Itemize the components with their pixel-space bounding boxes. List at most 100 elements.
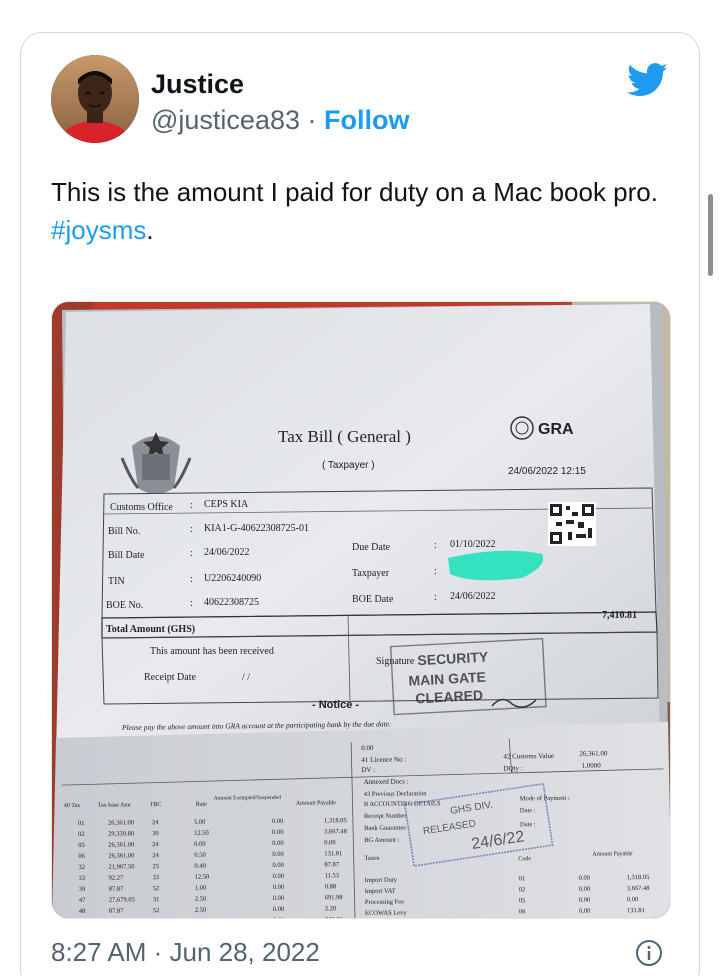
left-table-cell: 0.00	[273, 917, 284, 919]
left-table-cell: 0.00	[273, 906, 284, 913]
bill-date-value: 24/06/2022	[204, 547, 250, 558]
scrollbar[interactable]	[708, 194, 713, 276]
customs-office-label: Customs Office	[110, 502, 173, 513]
left-table-cell: 691.98	[325, 894, 343, 901]
left-table-cell: 32	[78, 864, 85, 871]
right-table-cell: Processing Fee	[365, 899, 404, 906]
author-handle[interactable]: @justicea83	[151, 105, 300, 135]
hashtag-link[interactable]: #joysms	[51, 215, 146, 245]
left-table-cell: 87.87	[109, 885, 124, 892]
right-table-cell: 1,318.05	[627, 874, 650, 881]
twitter-bird-icon[interactable]	[627, 63, 669, 97]
dv-label: DV :	[361, 766, 375, 774]
right-table-cell: 3,667.48	[627, 885, 650, 892]
colon: :	[190, 574, 193, 585]
follow-button[interactable]: Follow	[324, 105, 409, 135]
due-date-value: 01/10/2022	[450, 539, 496, 550]
author-name[interactable]: Justice	[151, 69, 244, 100]
left-table-cell: 92.27	[109, 874, 124, 881]
left-table-cell: 26,361.00	[108, 819, 134, 826]
left-table-cell: 24	[152, 819, 159, 826]
left-table-cell: 5.00	[194, 819, 205, 826]
tin-label: TIN	[108, 576, 125, 587]
left-table-cell: 263.61	[325, 916, 343, 919]
bg-amount: BG Amount :	[364, 837, 399, 844]
lower-zero: 0.00	[361, 744, 374, 752]
right-table-cell: 0.00	[579, 875, 590, 882]
left-table-cell: 47	[79, 897, 86, 904]
bill-no-label: Bill No.	[108, 526, 140, 537]
left-table-cell: 1,318.05	[324, 817, 347, 824]
left-table-cell: 11.53	[325, 872, 339, 879]
avatar[interactable]	[51, 55, 139, 143]
left-table-cell: 0.00	[272, 829, 283, 836]
left-table-cell: 25	[152, 863, 159, 870]
date-label: Date :	[520, 807, 536, 814]
customs-value: 26,361.00	[579, 749, 608, 757]
right-table-cell: 0.00	[627, 896, 638, 903]
left-table-cell: 24	[152, 852, 159, 859]
left-table-header: Tax base Amt	[98, 802, 131, 808]
receipt-date-label: Receipt Date	[144, 672, 196, 683]
boe-date-value: 24/06/2022	[450, 591, 496, 602]
left-table-header: 40 Tax	[64, 803, 80, 809]
bill-no-value: KIA1-G-40622308725-01	[204, 523, 309, 534]
signature-label: Signature	[376, 656, 415, 667]
left-table-cell: 2.50	[195, 896, 206, 903]
left-table-cell: 26,361.00	[108, 852, 134, 859]
left-table-cell: 131.81	[324, 850, 342, 857]
left-table-cell: 87.87	[109, 907, 124, 914]
left-table-cell: 02	[78, 831, 85, 838]
code-header: Code	[518, 856, 531, 862]
right-table-cell: 02	[519, 886, 526, 893]
left-table-cell: 52	[153, 885, 160, 892]
left-table-cell: 87.87	[324, 861, 339, 868]
left-table-cell: 0.00	[324, 839, 335, 846]
colon: :	[190, 598, 193, 609]
right-table-cell: ECOWAS Levy	[365, 910, 408, 917]
left-table-cell: 26,361.00	[108, 841, 134, 848]
left-table-cell: 31	[153, 896, 160, 903]
left-table-header: Amount Payable	[296, 800, 337, 806]
left-table-header: TBC	[150, 802, 162, 808]
left-table-cell: 30	[152, 830, 159, 837]
prev-decl: 43 Previous Declaration	[364, 790, 428, 798]
tweet-text: This is the amount I paid for duty on a …	[51, 173, 691, 249]
total-label: Total Amount (GHS)	[106, 624, 195, 635]
left-table-cell: 12.50	[195, 874, 210, 881]
left-table-cell: 27,679.05	[109, 896, 135, 903]
left-table-cell: 2.50	[195, 907, 206, 914]
boe-no-label: BOE No.	[106, 600, 143, 611]
customs-value-label: 42 Customs Value	[503, 752, 554, 761]
left-table-cell: 1.00	[195, 918, 206, 919]
right-table-cell: 0.00	[579, 908, 590, 915]
left-table-cell: 0.88	[325, 883, 336, 890]
receipt-number: Receipt Number	[364, 813, 408, 820]
info-icon[interactable]	[635, 939, 663, 967]
right-amount-payable-header: Amount Payable	[592, 851, 633, 857]
left-table-cell: 0.00	[272, 862, 283, 869]
left-table-cell: 0.00	[272, 851, 283, 858]
qr-code-icon	[548, 502, 596, 546]
customs-office-value: CEPS KIA	[204, 499, 249, 510]
left-table-cell: 0.00	[194, 841, 205, 848]
left-table-cell: 05	[78, 842, 85, 849]
tin-value: U2206240090	[204, 573, 261, 584]
left-table-cell: 21,967.50	[108, 863, 134, 870]
left-table-cell: 33	[79, 875, 86, 882]
right-table-cell: 05	[519, 897, 526, 904]
left-table-cell: 39	[79, 886, 86, 893]
colon: :	[190, 548, 193, 559]
boe-no-value: 40622308725	[204, 597, 259, 608]
colon: :	[190, 524, 193, 535]
right-table-cell: 06	[519, 908, 526, 915]
right-table-cell: Import Duty	[365, 877, 398, 884]
notice-label: - Notice -	[312, 699, 359, 711]
left-table-cell: 26,361.00	[109, 918, 135, 919]
tweet-timestamp[interactable]: 8:27 AM · Jun 28, 2022	[51, 937, 320, 968]
colon: :	[434, 566, 437, 577]
colon: :	[434, 540, 437, 551]
tweet-photo[interactable]: Tax Bill ( General ) ( Taxpayer ) GRA 24…	[51, 301, 671, 919]
left-table-cell: 0.40	[194, 863, 205, 870]
colon: :	[190, 500, 193, 511]
